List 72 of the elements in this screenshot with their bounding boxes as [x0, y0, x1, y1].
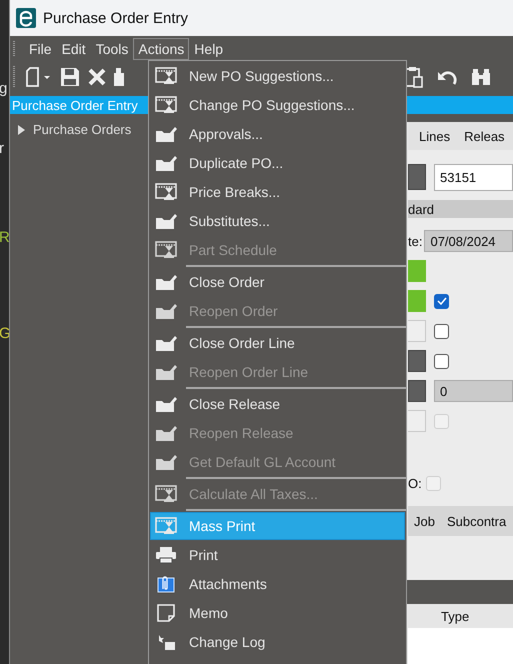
- folder-pen-icon: [155, 125, 177, 143]
- field-button[interactable]: [408, 164, 426, 190]
- checkbox[interactable]: [434, 294, 449, 308]
- toolbar-icon: [114, 67, 124, 87]
- menu-item[interactable]: Close Release: [150, 390, 405, 418]
- menu-item[interactable]: Change PO Suggestions...: [150, 91, 405, 119]
- note-icon: [155, 604, 177, 622]
- background-window-text: r: [0, 140, 4, 157]
- field-box: [408, 320, 426, 342]
- status-box: [408, 290, 426, 312]
- hourglass-window-icon: [155, 67, 177, 85]
- menu-item[interactable]: Approvals...: [150, 120, 405, 148]
- delete-icon: [88, 68, 106, 86]
- menu-item[interactable]: Print: [150, 541, 405, 569]
- menu-item[interactable]: Memo: [150, 599, 405, 627]
- status-box: [408, 260, 426, 282]
- menu-bar-item[interactable]: Help: [189, 38, 228, 60]
- number-field[interactable]: 0: [434, 380, 513, 402]
- field-button[interactable]: [408, 350, 426, 372]
- menu-bar-item[interactable]: Tools: [90, 38, 134, 60]
- menu-bar-item[interactable]: File: [24, 38, 57, 60]
- hourglass-window-icon: [155, 517, 177, 535]
- tab[interactable]: Releas: [464, 128, 505, 144]
- type-field[interactable]: dard: [408, 200, 513, 218]
- hourglass-window-icon: [155, 96, 177, 114]
- menu-item[interactable]: Close Order: [150, 268, 405, 296]
- hourglass-window-icon: [155, 183, 177, 201]
- checkbox[interactable]: [434, 354, 449, 368]
- menu-item[interactable]: Change Log: [150, 628, 405, 656]
- tree-item[interactable]: Purchase Orders: [33, 122, 132, 137]
- grid-tab[interactable]: Subcontra: [446, 514, 506, 528]
- date-field[interactable]: 07/08/2024: [424, 230, 513, 252]
- menu-bar-item[interactable]: Actions: [133, 38, 190, 60]
- menu-item[interactable]: Duplicate PO...: [150, 149, 405, 177]
- menu-item[interactable]: Close Order Line: [150, 329, 405, 357]
- hourglass-window-icon: [155, 485, 177, 503]
- field-box: [408, 410, 426, 432]
- printer-icon: [155, 546, 177, 564]
- background-window-text: R: [0, 229, 9, 246]
- folder-pen-icon: [155, 424, 177, 442]
- new-document-icon: [24, 67, 52, 87]
- folder-pen-icon: [155, 273, 177, 291]
- menu-item[interactable]: Price Breaks...: [150, 178, 405, 206]
- menu-item[interactable]: Substitutes...: [150, 207, 405, 235]
- folder-pen-icon: [155, 453, 177, 471]
- folder-pen-icon: [155, 363, 177, 381]
- paperclip-icon: [155, 575, 177, 593]
- menu-item[interactable]: Attachments: [150, 570, 405, 598]
- check-icon: [436, 297, 446, 305]
- menu-bar-item[interactable]: Edit: [56, 38, 91, 60]
- folder-pen-icon: [155, 395, 177, 413]
- hourglass-window-icon: [155, 241, 177, 259]
- po-number-field[interactable]: 53151: [434, 164, 513, 190]
- background-window-text: g: [0, 80, 8, 97]
- date-label: te:: [408, 234, 422, 248]
- menu-item[interactable]: New PO Suggestions...: [150, 62, 405, 90]
- app-logo-icon: [16, 8, 36, 28]
- save-icon: [60, 67, 80, 87]
- folder-pen-icon: [155, 154, 177, 172]
- field-label: O:: [408, 476, 422, 490]
- column-header[interactable]: Type: [408, 604, 513, 628]
- folder-pen-icon: [155, 302, 177, 320]
- folder-pen-icon: [155, 212, 177, 230]
- folder-pen-icon: [155, 334, 177, 352]
- binoculars-icon: [471, 67, 491, 87]
- tab[interactable]: Lines: [419, 128, 450, 144]
- window-title: Purchase Order Entry: [43, 10, 188, 26]
- grid-tab[interactable]: Job: [414, 514, 435, 528]
- expand-arrow-icon: [18, 124, 25, 134]
- undo-icon: [437, 69, 457, 85]
- checkbox[interactable]: [434, 324, 449, 338]
- field-button[interactable]: [408, 380, 426, 402]
